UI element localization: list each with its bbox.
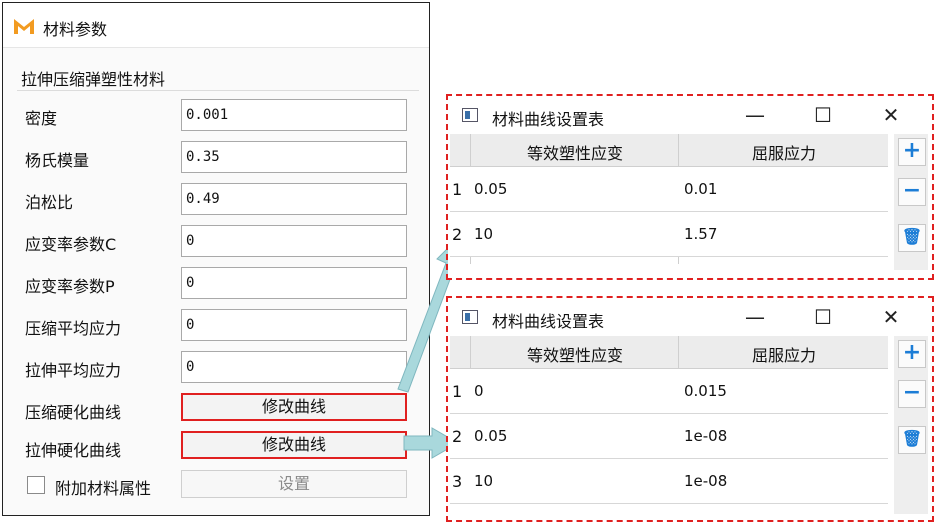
dialog-title: 材料曲线设置表 — [492, 110, 605, 129]
row-index: 1 — [452, 382, 463, 401]
close-button[interactable]: ✕ — [876, 100, 906, 130]
table-side-toolbar: + − 🗑 — [894, 336, 928, 514]
close-button[interactable]: ✕ — [876, 302, 906, 332]
delete-icon[interactable]: 🗑 — [898, 224, 926, 252]
header-stress[interactable]: 屈服应力 — [680, 342, 888, 366]
row-index: 1 — [452, 180, 463, 199]
minimize-button[interactable]: — — [740, 302, 770, 332]
dialog-title: 材料曲线设置表 — [492, 312, 605, 331]
stress-cell[interactable]: 0.01 — [684, 180, 717, 198]
table-window-icon — [462, 310, 478, 324]
table-row[interactable]: 1 0.05 0.01 — [450, 167, 888, 212]
table-row[interactable]: 2 10 1.57 — [450, 212, 888, 257]
row-index: 3 — [452, 472, 463, 491]
add-row-button[interactable]: + — [898, 340, 926, 368]
table-row[interactable]: 1 0 0.015 — [450, 369, 888, 414]
curve-dialog-1: 材料曲线设置表 — ☐ ✕ 等效塑性应变 屈服应力 1 0.05 0.01 2 … — [446, 94, 934, 280]
remove-row-button[interactable]: − — [898, 380, 926, 408]
maximize-button[interactable]: ☐ — [808, 302, 838, 332]
strain-cell[interactable]: 0.05 — [474, 427, 507, 445]
table-row[interactable]: 2 0.05 1e-08 — [450, 414, 888, 459]
stress-cell[interactable]: 1e-08 — [684, 427, 727, 445]
dialog-title-bar: 材料曲线设置表 — ☐ ✕ — [448, 298, 932, 336]
table-window-icon — [462, 108, 478, 122]
table-row[interactable]: 3 10 1e-08 — [450, 459, 888, 504]
dialog-title-bar: 材料曲线设置表 — ☐ ✕ — [448, 96, 932, 134]
strain-cell[interactable]: 10 — [474, 472, 493, 490]
stress-cell[interactable]: 1e-08 — [684, 472, 727, 490]
add-row-button[interactable]: + — [898, 138, 926, 166]
header-stress[interactable]: 屈服应力 — [680, 140, 888, 164]
stress-cell[interactable]: 1.57 — [684, 225, 717, 243]
stress-cell[interactable]: 0.015 — [684, 382, 727, 400]
table-side-toolbar: + − 🗑 — [894, 134, 928, 270]
delete-icon[interactable]: 🗑 — [898, 426, 926, 454]
table-header: 等效塑性应变 屈服应力 — [450, 336, 888, 504]
minimize-button[interactable]: — — [740, 100, 770, 130]
header-strain[interactable]: 等效塑性应变 — [472, 140, 678, 164]
header-strain[interactable]: 等效塑性应变 — [472, 342, 678, 366]
strain-cell[interactable]: 0 — [474, 382, 484, 400]
strain-cell[interactable]: 10 — [474, 225, 493, 243]
row-index: 2 — [452, 427, 463, 446]
curve-dialog-2: 材料曲线设置表 — ☐ ✕ 等效塑性应变 屈服应力 1 0 0.015 2 0.… — [446, 296, 934, 522]
row-index: 2 — [452, 225, 463, 244]
strain-cell[interactable]: 0.05 — [474, 180, 507, 198]
maximize-button[interactable]: ☐ — [808, 100, 838, 130]
table-header: 等效塑性应变 屈服应力 — [450, 134, 888, 264]
remove-row-button[interactable]: − — [898, 178, 926, 206]
